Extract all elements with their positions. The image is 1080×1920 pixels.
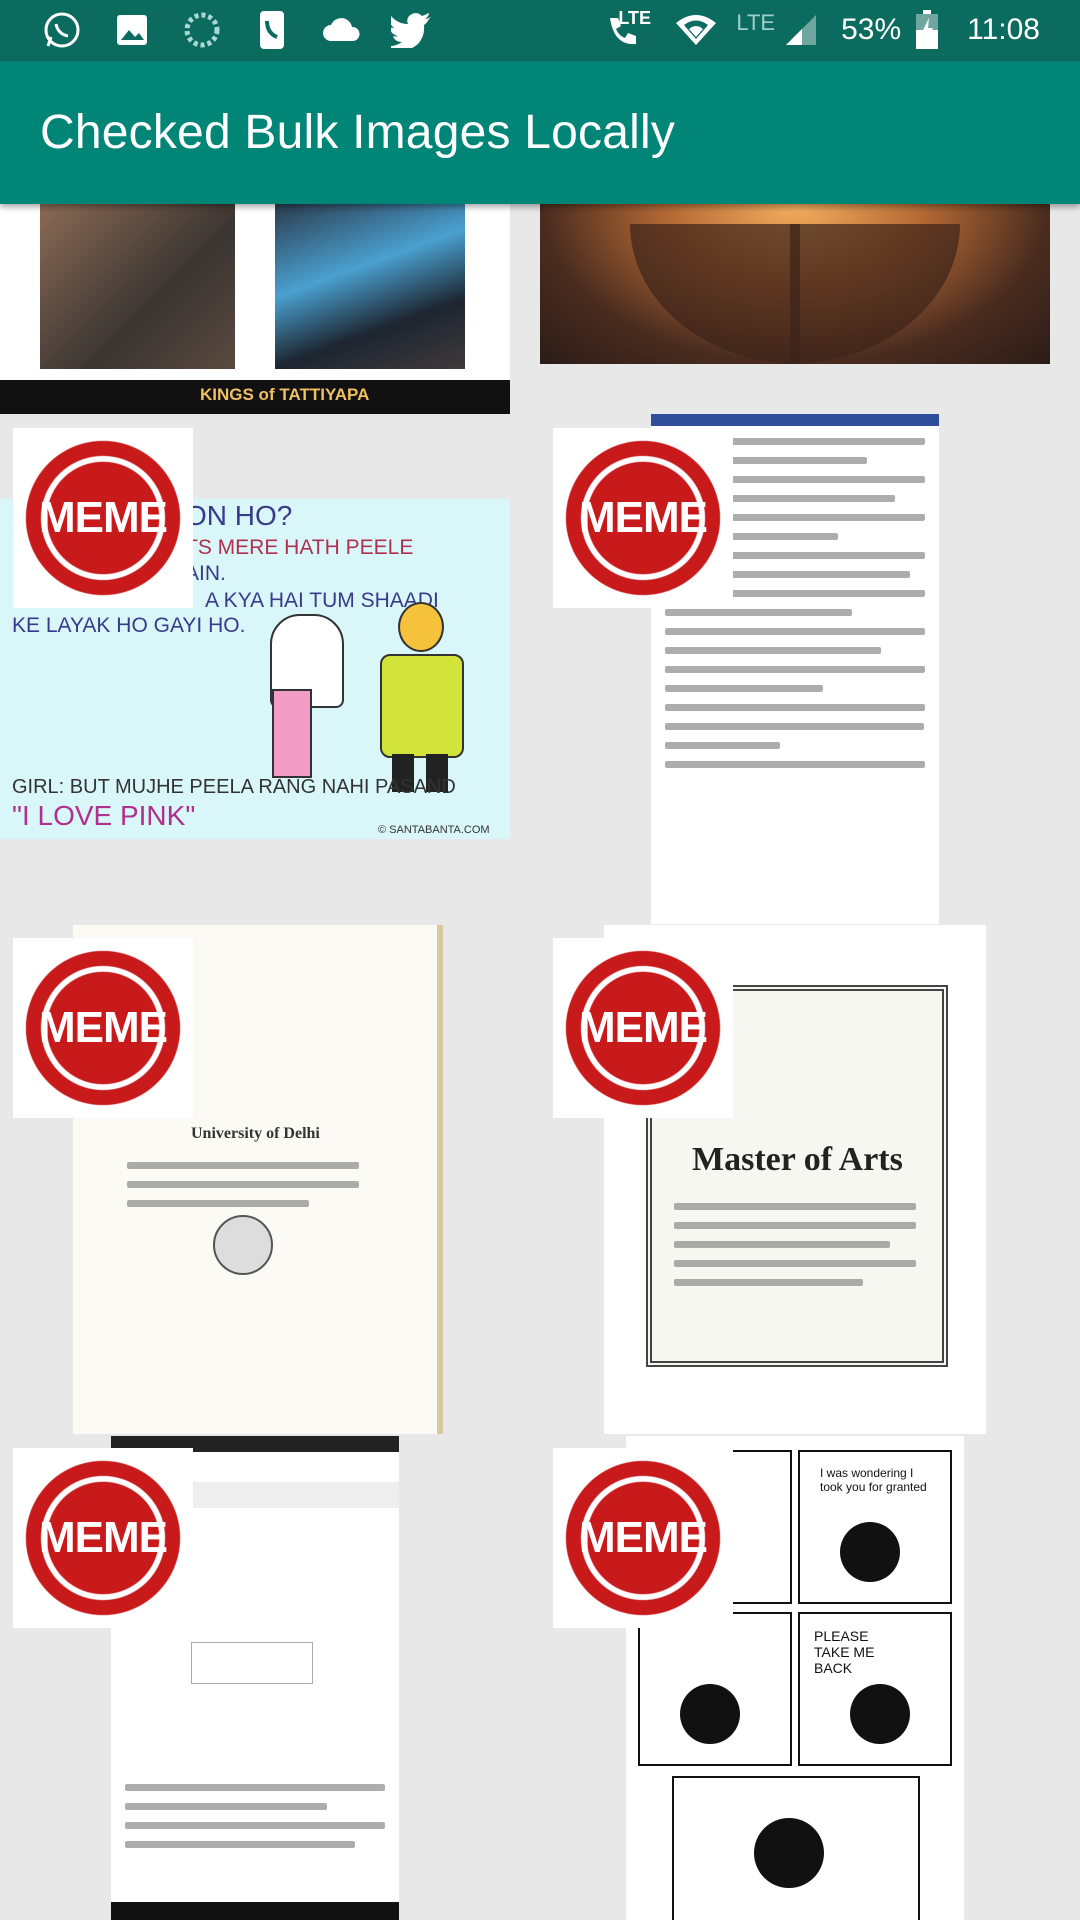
- whatsapp-icon: [40, 8, 84, 52]
- wifi-icon: [674, 8, 718, 52]
- lte-call-label: LTE: [618, 8, 652, 28]
- comic-stamp: MEME: [553, 1448, 733, 1628]
- app-bar: Checked Bulk Images Locally: [0, 61, 1080, 204]
- meme-question-text: ON HO?: [185, 500, 293, 531]
- image-tile-wrestling[interactable]: KINGS of TATTIYAPA: [0, 204, 510, 414]
- image-tile-certificate-ma[interactable]: Master of Arts MEME: [540, 924, 1050, 1434]
- phone-stamp-label: MEME: [579, 493, 708, 542]
- status-bar: LTE LTE 53% 11:08: [0, 0, 1080, 61]
- wrestling-caption: KINGS of TATTIYAPA: [200, 385, 370, 404]
- meme-line5: GIRL: BUT MUJHE PEELA RANG NAHI PASAND: [12, 776, 456, 798]
- comic-panel-text-1: I was wondering I took you for granted: [820, 1466, 927, 1494]
- image-tile-hands[interactable]: [540, 204, 1050, 364]
- comic-stamp-label: MEME: [579, 1513, 708, 1562]
- cloud-icon: [320, 8, 364, 52]
- job-notice-stamp: MEME: [13, 1448, 193, 1628]
- certificate-ma-stamp: MEME: [553, 938, 733, 1118]
- clock: 11:08: [967, 13, 1040, 46]
- image-tile-comic[interactable]: I was wondering I took you for granted P…: [540, 1434, 1050, 1920]
- battery-icon: [913, 8, 941, 52]
- certificate-delhi-stamp-label: MEME: [39, 1003, 168, 1052]
- meme-stamp: MEME: [13, 428, 193, 608]
- degree-title: Master of Arts: [692, 1141, 903, 1178]
- comic-panel-text-2: PLEASE TAKE ME BACK: [814, 1628, 875, 1676]
- meme-line1: TS MERE HATH PEELE: [185, 536, 414, 559]
- certificate-ma-stamp-label: MEME: [579, 1003, 708, 1052]
- certificate-delhi-stamp: MEME: [13, 938, 193, 1118]
- loading-icon: [180, 8, 224, 52]
- phone-stamp: MEME: [553, 428, 733, 608]
- phone-icon: [250, 8, 294, 52]
- lte-label: LTE: [736, 10, 776, 35]
- gallery-icon: [110, 8, 154, 52]
- twitter-icon: [390, 8, 434, 52]
- image-grid: KINGS of TATTIYAPA ON HO? TS MERE HATH P…: [0, 0, 1080, 1920]
- degree-university: University of Delhi: [191, 1125, 320, 1142]
- job-notice-stamp-label: MEME: [39, 1513, 168, 1562]
- image-tile-meme-cartoon[interactable]: ON HO? TS MERE HATH PEELE AIN. A KYA HAI…: [0, 414, 510, 839]
- page-title: Checked Bulk Images Locally: [40, 106, 676, 159]
- meme-credit: © SANTABANTA.COM: [378, 824, 490, 836]
- image-tile-phone-text[interactable]: MEME: [540, 414, 1050, 924]
- meme-stamp-label: MEME: [39, 493, 168, 542]
- image-tile-certificate-delhi[interactable]: University of Delhi MEME: [0, 924, 510, 1434]
- lte-call-icon: LTE: [604, 8, 656, 52]
- image-tile-job-notice[interactable]: MEME: [0, 1434, 510, 1920]
- battery-percent: 53%: [841, 13, 902, 46]
- meme-line6: "I LOVE PINK": [12, 800, 196, 831]
- signal-icon: [779, 8, 823, 52]
- meme-line4: KE LAYAK HO GAYI HO.: [12, 614, 246, 637]
